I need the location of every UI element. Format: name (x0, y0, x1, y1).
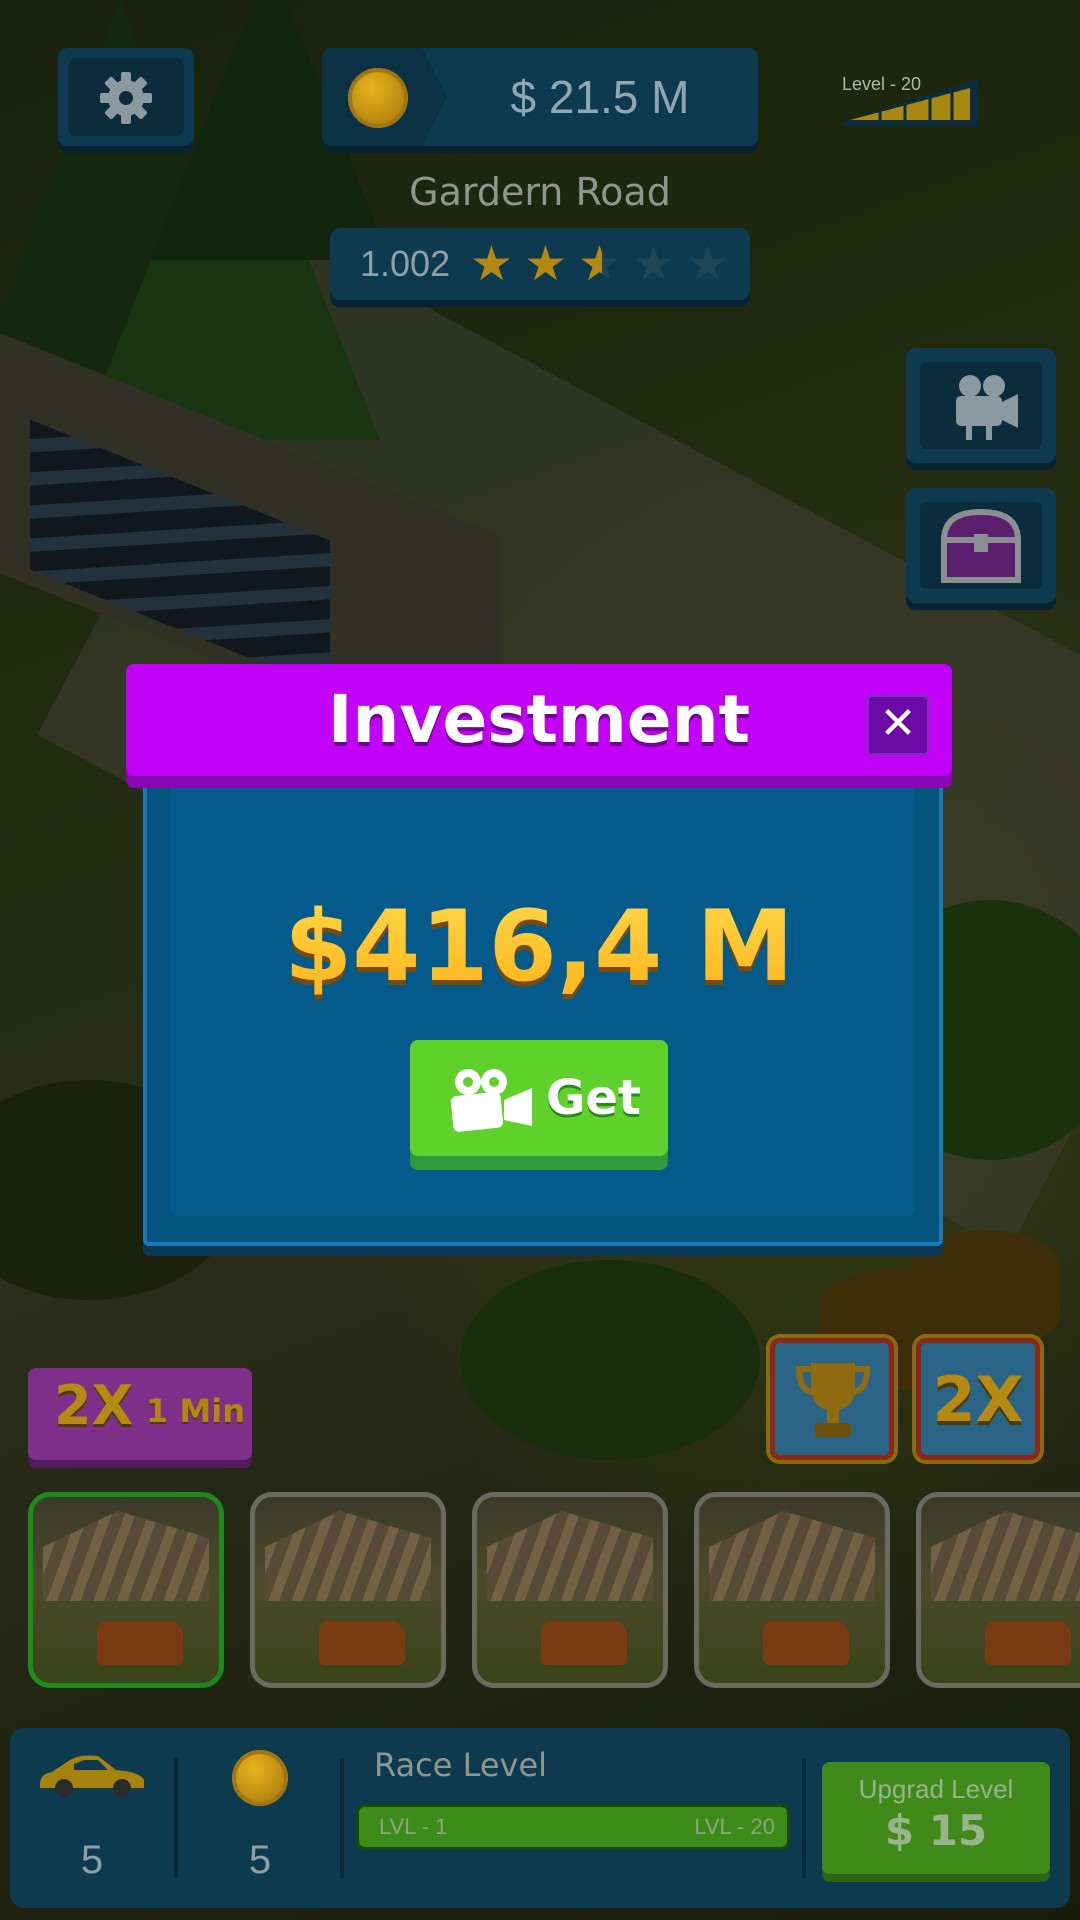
money-display: $ 21.5 M (322, 48, 758, 146)
road-rating: 1.002 ★ ★ ★ ★ ★ (330, 228, 750, 300)
garage-car (985, 1621, 1071, 1665)
treasure-chest-icon (940, 508, 1022, 583)
double-income-boost-button[interactable]: 2X 1 Min (28, 1368, 252, 1460)
car-icon (40, 1755, 144, 1797)
race-level-progress: LVL - 1 LVL - 20 (356, 1804, 790, 1850)
rating-value: 1.002 (360, 243, 451, 284)
get-reward-button[interactable]: Get (410, 1040, 668, 1156)
video-camera-icon (956, 375, 1018, 440)
money-amount: $ 21.5 M (510, 71, 690, 123)
star-icon: ★ (524, 236, 568, 292)
trophy-button[interactable] (770, 1338, 894, 1460)
treasure-chest-button[interactable] (906, 488, 1056, 603)
garage-car (541, 1621, 627, 1665)
boost-duration: 1 Min (146, 1392, 245, 1430)
boost-multiplier: 2X (54, 1374, 134, 1437)
double-speed-label: 2X (932, 1363, 1024, 1436)
cars-count: 5 (80, 1838, 104, 1882)
divider (802, 1758, 806, 1878)
star-icon: ★ (686, 236, 730, 292)
coins-count: 5 (248, 1838, 272, 1882)
road-name: Gardern Road (409, 170, 671, 214)
garage-slot[interactable] (472, 1492, 668, 1688)
coin-icon (232, 1750, 288, 1806)
investment-dialog-header: Investment (126, 664, 952, 776)
upgrade-level-button[interactable]: Upgrad Level $ 15 (822, 1762, 1050, 1874)
upgrade-title: Upgrad Level (858, 1774, 1014, 1804)
gear-icon (100, 72, 152, 124)
garage-car (319, 1621, 405, 1665)
get-button-label: Get (546, 1070, 641, 1126)
garage-building (43, 1511, 209, 1601)
video-camera-icon (450, 1069, 532, 1132)
star-icon: ★ (470, 236, 514, 292)
garage-car (763, 1621, 849, 1665)
level-start-label: LVL - 1 (379, 1814, 448, 1839)
garage-slot[interactable] (694, 1492, 890, 1688)
divider (340, 1758, 344, 1878)
trophy-icon (795, 1363, 871, 1437)
garage-building (265, 1511, 431, 1601)
garage-slot[interactable] (28, 1492, 224, 1688)
level-meter-icon (841, 79, 978, 126)
dialog-title: Investment (327, 681, 751, 758)
watch-video-button[interactable] (906, 348, 1056, 463)
star-icon: ★ (578, 240, 626, 288)
race-level-title: Race Level (374, 1746, 548, 1784)
star-icon: ★ (632, 236, 676, 292)
coin-icon (348, 68, 408, 128)
settings-button[interactable] (58, 48, 194, 146)
divider (174, 1758, 178, 1878)
double-speed-button[interactable]: 2X (916, 1338, 1040, 1460)
close-icon[interactable]: ✕ (866, 694, 930, 756)
investment-amount: $416,4 M (143, 890, 935, 1004)
garage-building (931, 1511, 1080, 1601)
garage-building (487, 1511, 653, 1601)
garage-car (97, 1621, 183, 1665)
upgrade-price: $ 15 (884, 1806, 988, 1855)
level-end-label: LVL - 20 (694, 1814, 775, 1839)
garage-slot[interactable] (250, 1492, 446, 1688)
rating-stars: ★ ★ ★ ★ ★ (470, 240, 734, 288)
garage-slot[interactable] (916, 1492, 1080, 1688)
garage-building (709, 1511, 875, 1601)
